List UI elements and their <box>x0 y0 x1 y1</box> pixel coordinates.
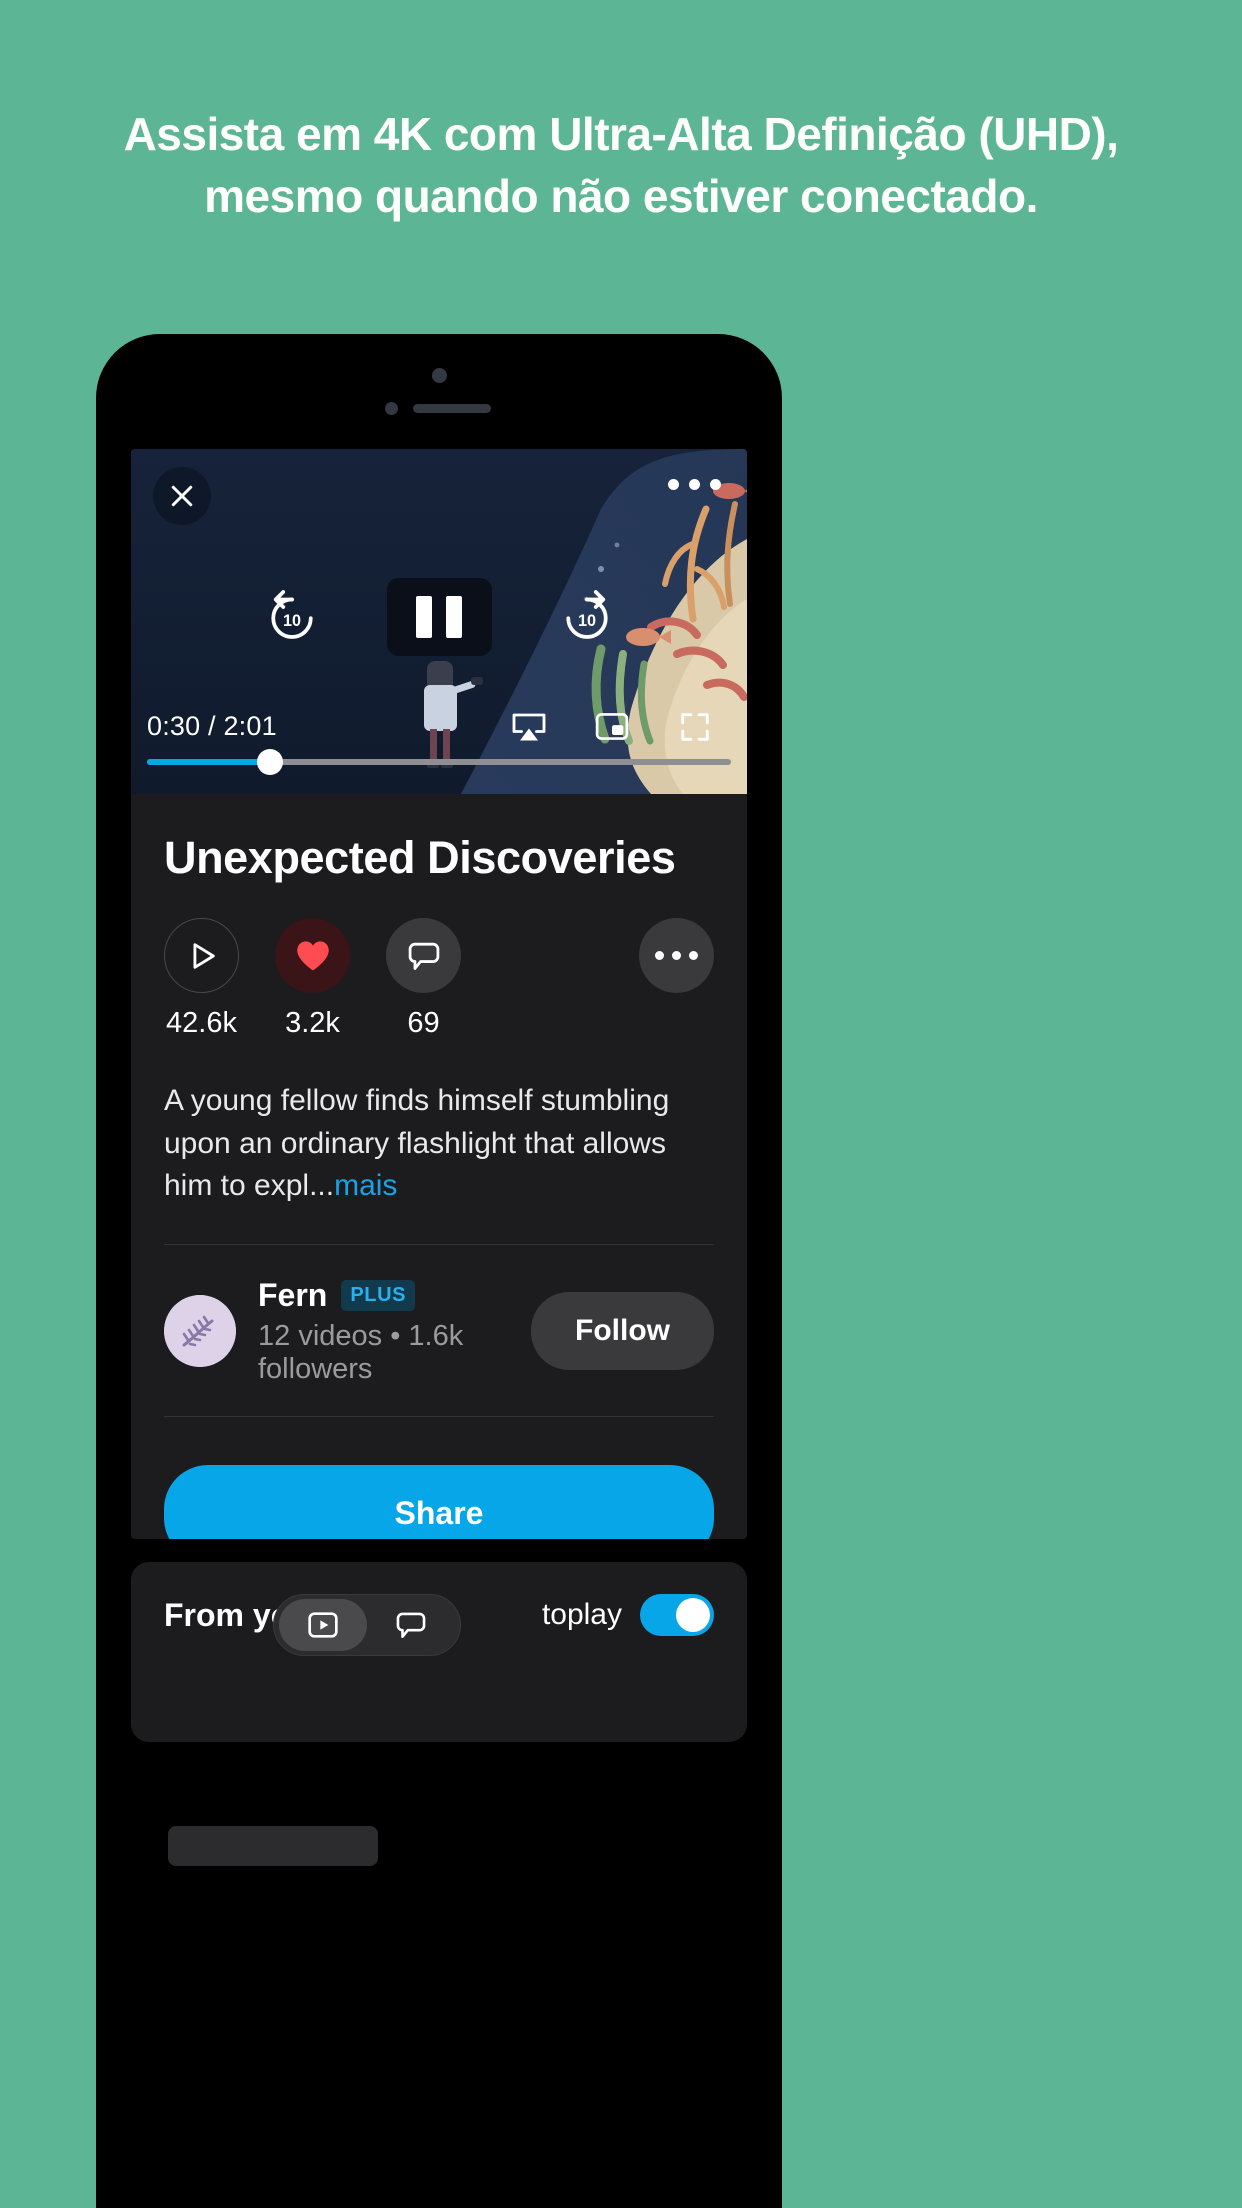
likes-count: 3.2k <box>285 1007 340 1039</box>
show-more-link[interactable]: mais <box>334 1169 397 1202</box>
segmented-control <box>273 1594 461 1656</box>
play-icon <box>193 942 215 969</box>
front-camera-icon <box>432 368 447 383</box>
engagement-stats: 42.6k 3.2k 69 <box>164 918 714 1040</box>
forward-10-icon: 10 <box>565 590 608 639</box>
toggle-knob <box>676 1598 710 1632</box>
share-button[interactable]: Share <box>164 1464 714 1539</box>
app-screen: 10 10 0:30 / 2:01 Unexpected Discoveries… <box>131 449 747 1539</box>
dot-2 <box>672 951 681 960</box>
autoplay-label: toplay <box>541 1598 622 1631</box>
autoplay-toggle[interactable] <box>640 1594 714 1636</box>
plays-count: 42.6k <box>166 1007 237 1039</box>
author-meta: Fern PLUS 12 videos • 1.6k followers <box>258 1277 531 1386</box>
airplay-button[interactable] <box>511 712 547 742</box>
picture-in-picture-icon <box>595 712 629 740</box>
video-player[interactable]: 10 10 0:30 / 2:01 <box>131 449 747 794</box>
playback-controls: 10 10 <box>131 578 747 656</box>
like-button[interactable] <box>275 918 350 993</box>
video-overflow-button[interactable] <box>639 918 714 993</box>
fern-leaf-avatar-icon <box>164 1295 236 1368</box>
comment-button[interactable] <box>386 918 461 993</box>
progress-track[interactable] <box>147 749 731 775</box>
dot-2 <box>689 479 700 490</box>
description-text: A young fellow finds himself stumbling u… <box>164 1084 670 1203</box>
follow-button[interactable]: Follow <box>531 1292 714 1371</box>
divider-bottom <box>164 1415 714 1417</box>
dot-1 <box>668 479 679 490</box>
close-button[interactable] <box>153 467 211 525</box>
pause-bar-right <box>446 596 462 638</box>
close-icon <box>171 485 193 507</box>
list-item-placeholder <box>168 1826 378 1866</box>
heart-icon <box>296 941 329 971</box>
sensor-icon <box>385 402 398 415</box>
earpiece-speaker <box>413 404 491 413</box>
fullscreen-button[interactable] <box>679 712 715 742</box>
play-button[interactable] <box>164 918 239 993</box>
video-details: Unexpected Discoveries 42.6k 3.2k 69 A y… <box>131 794 747 1539</box>
tab-comments[interactable] <box>367 1599 455 1651</box>
airplay-icon <box>512 713 546 740</box>
rewind-10-button[interactable]: 10 <box>262 587 322 647</box>
author-row: Fern PLUS 12 videos • 1.6k followers Fol… <box>164 1245 714 1416</box>
video-tab-icon <box>308 1612 338 1638</box>
tab-videos[interactable] <box>279 1599 367 1651</box>
player-icon-row <box>511 712 731 742</box>
status-badge: PLUS <box>341 1279 416 1311</box>
bottom-sheet: From your toplay <box>131 1562 747 1742</box>
pause-bar-left <box>416 596 432 638</box>
dot-1 <box>655 951 664 960</box>
dot-3 <box>710 479 721 490</box>
progress-filled <box>147 759 270 765</box>
forward-10-button[interactable]: 10 <box>557 587 617 647</box>
player-overflow-button[interactable] <box>668 479 721 490</box>
svg-text:10: 10 <box>577 612 595 630</box>
page-title: Unexpected Discoveries <box>164 832 676 883</box>
phone-frame: 10 10 0:30 / 2:01 Unexpected Discoveries… <box>96 334 782 2208</box>
comment-icon <box>408 942 439 970</box>
promo-headline: Assista em 4K com Ultra-Alta Definição (… <box>123 108 1119 222</box>
fullscreen-icon <box>681 712 709 741</box>
author-name-line: Fern PLUS <box>258 1277 531 1314</box>
svg-text:10: 10 <box>282 612 300 630</box>
comments-stat[interactable]: 69 <box>386 918 461 1040</box>
video-description: A young fellow finds himself stumbling u… <box>164 1080 714 1208</box>
author-subtitle: 12 videos • 1.6k followers <box>258 1319 464 1385</box>
avatar[interactable] <box>164 1295 236 1368</box>
likes-stat[interactable]: 3.2k <box>275 918 350 1040</box>
author-name[interactable]: Fern <box>258 1277 327 1314</box>
comments-count: 69 <box>407 1007 440 1039</box>
plays-stat[interactable]: 42.6k <box>164 918 239 1040</box>
dot-3 <box>689 951 698 960</box>
pause-button[interactable] <box>386 578 492 656</box>
player-status-bar: 0:30 / 2:01 <box>131 711 747 742</box>
picture-in-picture-button[interactable] <box>595 712 631 742</box>
progress-knob[interactable] <box>256 749 283 775</box>
comment-tab-icon <box>396 1612 426 1639</box>
time-display: 0:30 / 2:01 <box>147 711 277 741</box>
rewind-10-icon: 10 <box>270 590 313 639</box>
progress-bar[interactable] <box>147 749 731 775</box>
